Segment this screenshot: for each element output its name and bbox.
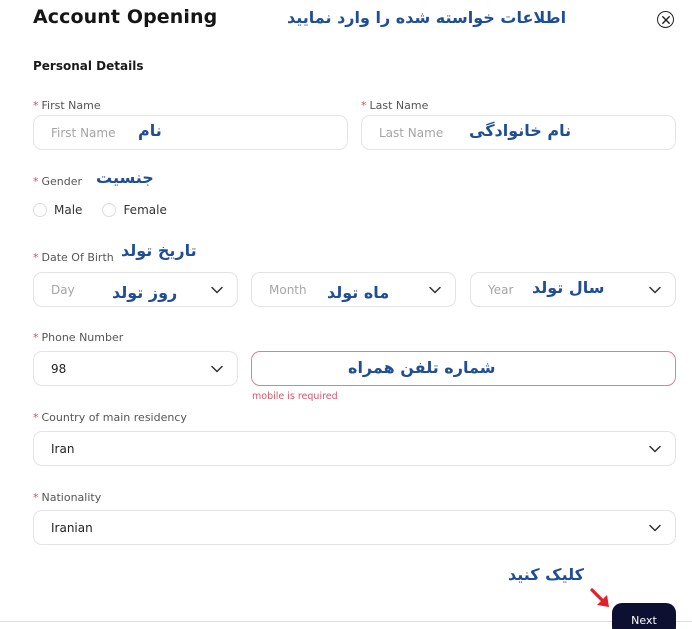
last-name-annotation: نام خانوادگی <box>469 121 572 140</box>
chevron-down-icon <box>649 286 661 293</box>
phone-label: * Phone Number <box>33 331 124 344</box>
chevron-down-icon <box>211 286 223 293</box>
nationality-value: Iranian <box>51 520 93 535</box>
dob-year-placeholder: Year <box>488 282 514 297</box>
chevron-down-icon <box>211 365 223 372</box>
phone-code-select[interactable]: 98 <box>33 351 238 386</box>
dob-label: * Date Of Birth <box>33 251 114 264</box>
country-value: Iran <box>51 441 75 456</box>
dob-year-annotation: سال تولد <box>532 278 605 297</box>
gender-label: * Gender <box>33 175 83 188</box>
divider <box>0 621 692 622</box>
country-label: * Country of main residency <box>33 411 187 424</box>
nationality-label: * Nationality <box>33 491 102 504</box>
first-name-input[interactable] <box>34 116 347 149</box>
first-name-label: * First Name <box>33 99 101 112</box>
phone-error-message: mobile is required <box>252 391 338 402</box>
last-name-label: * Last Name <box>361 99 429 112</box>
radio-female[interactable] <box>102 203 117 217</box>
gender-annotation: جنسیت <box>96 168 154 187</box>
close-icon <box>661 15 670 24</box>
phone-annotation: شماره تلفن همراه <box>348 358 496 377</box>
chevron-down-icon <box>649 524 661 531</box>
nationality-select[interactable]: Iranian <box>33 510 676 545</box>
dob-month-annotation: ماه تولد <box>327 283 390 302</box>
dob-day-placeholder: Day <box>51 282 75 297</box>
radio-male[interactable] <box>33 203 47 217</box>
chevron-down-icon <box>649 445 661 452</box>
gender-options: Male Female <box>33 203 187 217</box>
gender-option-female-label: Female <box>123 203 167 217</box>
gender-option-male-label: Male <box>54 203 83 217</box>
first-name-field[interactable] <box>33 115 348 150</box>
next-button[interactable]: Next <box>612 603 676 629</box>
red-arrow-icon <box>590 588 609 607</box>
gender-option-female[interactable]: Female <box>102 203 167 217</box>
chevron-down-icon <box>429 286 441 293</box>
dob-day-annotation: روز تولد <box>112 283 178 302</box>
first-name-annotation: نام <box>138 121 162 140</box>
click-annotation: کلیک کنید <box>508 565 584 584</box>
dob-month-placeholder: Month <box>269 282 307 297</box>
country-select[interactable]: Iran <box>33 431 676 466</box>
page-title: Account Opening <box>33 6 218 28</box>
phone-code-value: 98 <box>51 361 67 376</box>
gender-option-male[interactable]: Male <box>33 203 82 217</box>
instruction-annotation: اطلاعات خواسته شده را وارد نمایید <box>287 8 567 27</box>
section-title: Personal Details <box>33 59 144 73</box>
dob-annotation: تاریخ تولد <box>121 241 197 260</box>
close-button[interactable] <box>657 11 674 28</box>
